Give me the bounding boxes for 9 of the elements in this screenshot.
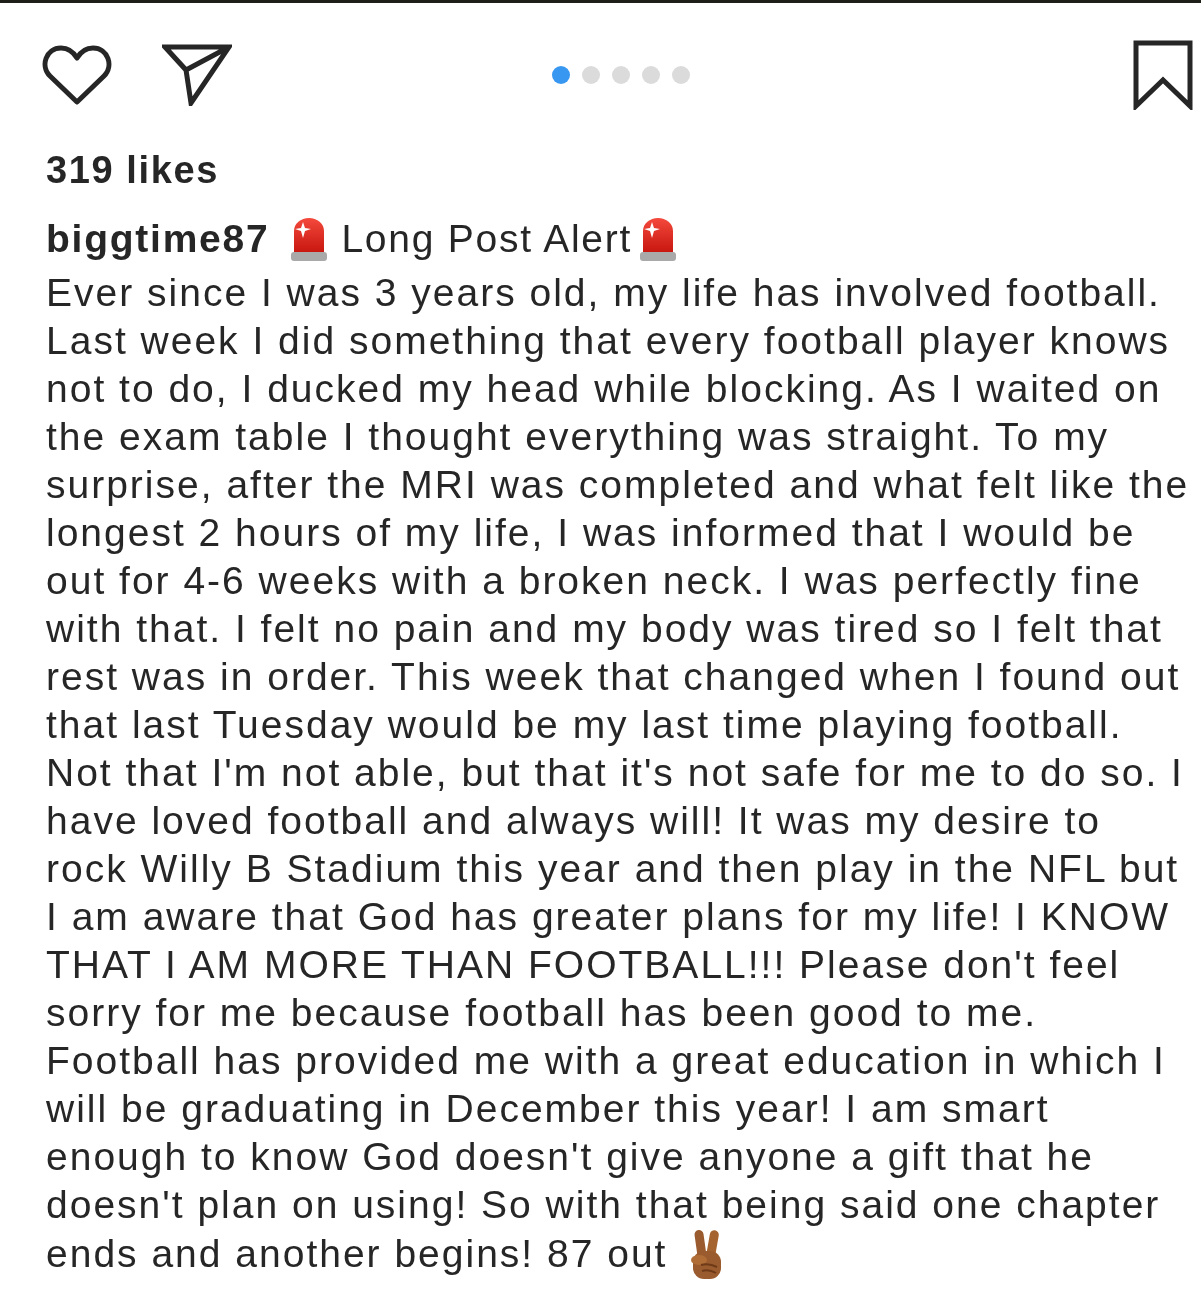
siren-light-icon [289,216,330,262]
siren-light-icon [638,216,679,262]
heart-icon[interactable] [42,44,112,106]
bookmark-icon[interactable] [1133,40,1193,110]
likes-count[interactable]: 319 likes [46,146,219,194]
caption-headline: Long Post Alert [341,217,633,261]
caption-text: Ever since I was 3 years old, my life has involved football. Last week I did something that every football player knows not to do, I ducked my head while blocking. As I waited on the exam table I thought everything was straight. To my surprise, after the MRI was completed and what felt like the longest 2 hours of my life, I was informed that I would be out for 4-6 weeks with a broken neck. I was perfectly fine with that. I felt no pain and my body was tired so I felt that rest was in order. This week that changed when I found out that last Tuesday would be my last time playing football. Not that I'm not able, but that it's not safe for me to do so. I have loved football and always will! It was my desire to rock Willy B Stadium this year and then play in the NFL but I am aware that God has greater plans for my life! I KNOW THAT I AM MORE THAN FOOTBALL!!! Please don't feel sorry for me because football has been good to me. Football has provided me with a great education in which I will be graduating in December this year! I am smart enough to know God doesn't give anyone a gift that he doesn't plan on using! So with that being said one chapter ends and another begins! 87 out [46,269,1201,1281]
username-link[interactable]: biggtime87 [46,217,270,261]
send-icon[interactable] [162,44,232,106]
